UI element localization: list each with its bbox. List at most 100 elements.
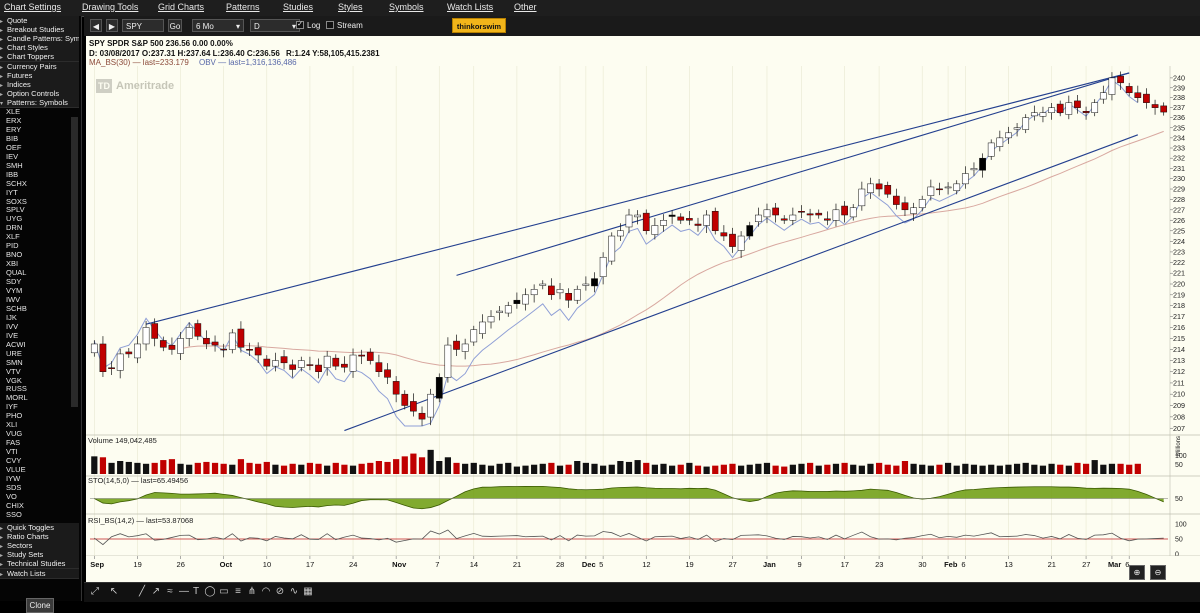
- channel-tool-icon[interactable]: ≈: [164, 586, 176, 598]
- stream-checkbox[interactable]: [326, 21, 334, 29]
- sidebar-section-label: Sectors: [7, 541, 33, 551]
- watchlist-symbol[interactable]: URE: [0, 349, 70, 358]
- watchlist-symbol[interactable]: SCHX: [0, 179, 70, 188]
- candle-body: [677, 216, 685, 221]
- interval-select[interactable]: D ▾: [250, 19, 300, 32]
- period-select[interactable]: 6 Mo ▾: [192, 19, 244, 32]
- candle-body: [970, 168, 978, 171]
- cycle-tool-icon[interactable]: ∿: [288, 586, 300, 598]
- volume-bar: [867, 463, 874, 474]
- clone-button[interactable]: Clone: [26, 598, 54, 613]
- watchlist-symbol[interactable]: SDY: [0, 277, 70, 286]
- zoom-out-button[interactable]: ⊖: [1150, 565, 1166, 580]
- watchlist-symbol[interactable]: ERX: [0, 116, 70, 125]
- watchlist-symbol[interactable]: VTV: [0, 367, 70, 376]
- watchlist-symbol[interactable]: SSO: [0, 510, 70, 519]
- arc-tool-icon[interactable]: ◠: [260, 586, 272, 598]
- price-chart[interactable]: 2402392382372362352342332322312302292282…: [86, 36, 1200, 582]
- watchlist-symbol[interactable]: QUAL: [0, 268, 70, 277]
- watchlist-symbol[interactable]: OEF: [0, 143, 70, 152]
- watchlist-symbol[interactable]: IYW: [0, 474, 70, 483]
- menu-drawing-tools[interactable]: Drawing Tools: [82, 2, 138, 12]
- menu-watch-lists[interactable]: Watch Lists: [447, 2, 493, 12]
- volume-bar: [1082, 463, 1090, 474]
- horizontal-line-icon[interactable]: —: [178, 586, 190, 598]
- go-button[interactable]: Go: [168, 19, 182, 32]
- watchlist-symbol[interactable]: IYF: [0, 402, 70, 411]
- watchlist-symbol[interactable]: XLE: [0, 107, 70, 116]
- line-tool-icon[interactable]: ╱: [136, 586, 148, 598]
- forward-arrow-icon[interactable]: ▶: [106, 19, 118, 32]
- watchlist-symbol[interactable]: VLUE: [0, 465, 70, 474]
- sidebar-section-label: Quick Toggles: [7, 523, 54, 532]
- watchlist-symbol[interactable]: VO: [0, 492, 70, 501]
- watchlist-symbol[interactable]: VYM: [0, 286, 70, 295]
- watchlist-symbol[interactable]: BIB: [0, 134, 70, 143]
- watchlist-symbol[interactable]: IEV: [0, 152, 70, 161]
- watchlist-symbol[interactable]: ERY: [0, 125, 70, 134]
- watchlist-symbol[interactable]: VUG: [0, 429, 70, 438]
- watchlist-symbol[interactable]: FAS: [0, 438, 70, 447]
- watchlist-symbol[interactable]: IBB: [0, 170, 70, 179]
- chart-area[interactable]: 240 239 238 237 236 235 234 233 232 231 230 229 228 2…: [86, 36, 1200, 582]
- fibonacci-tool-icon[interactable]: ≡: [232, 586, 244, 598]
- menu-other[interactable]: Other: [514, 2, 537, 12]
- watchlist-symbol[interactable]: IWV: [0, 295, 70, 304]
- gann-tool-icon[interactable]: ⊘: [274, 586, 286, 598]
- symbol-input[interactable]: SPY: [122, 19, 164, 32]
- back-arrow-icon[interactable]: ◀: [90, 19, 102, 32]
- watchlist-symbol[interactable]: SMH: [0, 161, 70, 170]
- watchlist-symbol[interactable]: XBI: [0, 259, 70, 268]
- watchlist-symbol[interactable]: CHIX: [0, 501, 70, 510]
- watchlist-symbol[interactable]: ACWI: [0, 340, 70, 349]
- watchlist-symbol[interactable]: SDS: [0, 483, 70, 492]
- watchlist-symbol[interactable]: XLF: [0, 232, 70, 241]
- watchlist-symbol[interactable]: PHO: [0, 411, 70, 420]
- menu-chart-settings[interactable]: Chart Settings: [4, 2, 61, 12]
- watchlist-symbol[interactable]: RUSS: [0, 384, 70, 393]
- pitchfork-tool-icon[interactable]: ⋔: [246, 586, 258, 598]
- volume-bar: [729, 463, 736, 474]
- volume-bar: [875, 462, 883, 474]
- watchlist-symbol[interactable]: IVE: [0, 331, 70, 340]
- expand-icon[interactable]: ⤢: [89, 586, 101, 598]
- candle-body: [315, 364, 322, 372]
- thinkorswim-button[interactable]: thinkorswim: [452, 18, 506, 33]
- watchlist-symbol[interactable]: VGK: [0, 376, 70, 385]
- ellipse-tool-icon[interactable]: ◯: [204, 586, 216, 598]
- menu-styles[interactable]: Styles: [338, 2, 363, 12]
- watchlist-symbol[interactable]: MORL: [0, 393, 70, 402]
- watchlist-symbol[interactable]: IJK: [0, 313, 70, 322]
- watchlist-symbol[interactable]: IYT: [0, 188, 70, 197]
- ray-tool-icon[interactable]: ↗: [150, 586, 162, 598]
- watchlist-symbol[interactable]: SCHB: [0, 304, 70, 313]
- sidebar-scrollbar[interactable]: [71, 117, 78, 407]
- watchlist-symbol[interactable]: XLI: [0, 420, 70, 429]
- watchlist-symbol[interactable]: DRN: [0, 223, 70, 232]
- menu-symbols[interactable]: Symbols: [389, 2, 424, 12]
- rectangle-tool-icon[interactable]: ▭: [218, 586, 230, 598]
- log-checkbox[interactable]: ✓: [296, 21, 304, 29]
- gallery-icon[interactable]: ▦: [302, 586, 314, 598]
- menu-grid-charts[interactable]: Grid Charts: [158, 2, 204, 12]
- zoom-in-button[interactable]: ⊕: [1129, 565, 1145, 580]
- watchlist-symbol[interactable]: SMN: [0, 358, 70, 367]
- menu-patterns[interactable]: Patterns: [226, 2, 260, 12]
- watchlist-symbol[interactable]: PID: [0, 241, 70, 250]
- chart-title: SPY SPDR S&P 500 236.56 0.00 0.00%: [89, 39, 233, 48]
- watchlist-symbol[interactable]: BNO: [0, 250, 70, 259]
- watchlist-symbol[interactable]: UYG: [0, 214, 70, 223]
- sidebar-bottom-section-5[interactable]: ▸ Watch Lists: [0, 568, 79, 579]
- menu-studies[interactable]: Studies: [283, 2, 313, 12]
- watchlist-symbol[interactable]: SPLV: [0, 205, 70, 214]
- text-tool-icon[interactable]: T: [190, 586, 202, 598]
- watchlist-symbol[interactable]: SOXS: [0, 197, 70, 206]
- candle-body: [384, 369, 391, 378]
- cursor-icon[interactable]: ↖: [108, 586, 120, 598]
- volume-label: Volume 149,042,485: [88, 436, 157, 445]
- watchlist-symbol[interactable]: CVY: [0, 456, 70, 465]
- watchlist-symbol[interactable]: VTI: [0, 447, 70, 456]
- watchlist-symbol[interactable]: IVV: [0, 322, 70, 331]
- volume-bar: [1091, 460, 1098, 474]
- candle-body: [108, 367, 115, 369]
